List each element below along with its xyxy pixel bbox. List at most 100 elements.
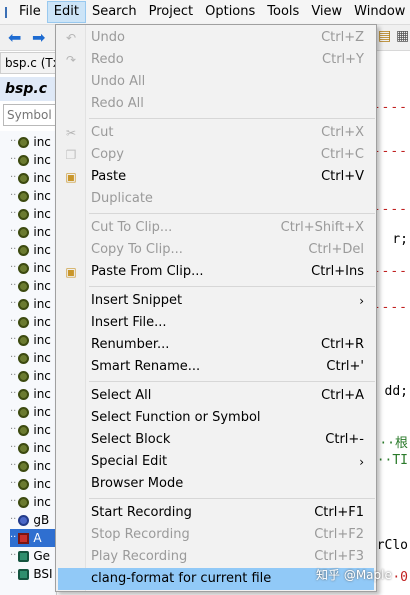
symbol-row[interactable]: ·· inc xyxy=(10,187,51,205)
symbol-row[interactable]: ·· inc xyxy=(10,493,51,511)
symbol-row[interactable]: ·· inc xyxy=(10,385,51,403)
include-icon xyxy=(18,478,30,490)
menu-item-paste-from-clip[interactable]: ▣ Paste From Clip... Ctrl+Ins xyxy=(58,261,374,283)
symbol-row[interactable]: ·· inc xyxy=(10,349,51,367)
clipboard-icon: ▣ xyxy=(65,265,77,279)
menu-item-insert-file[interactable]: Insert File... xyxy=(58,312,374,334)
clipboard-icon: ▣ xyxy=(65,170,77,184)
symbol-row[interactable]: ·· inc xyxy=(10,241,51,259)
menu-item-copy[interactable]: ❐ Copy Ctrl+C xyxy=(58,144,374,166)
include-icon xyxy=(18,262,30,274)
include-icon xyxy=(18,154,30,166)
menu-bar: File Edit Search Project Options Tools V… xyxy=(0,0,410,25)
symbol-row[interactable]: ·· gB xyxy=(10,511,49,529)
panel-title: bsp.c xyxy=(0,77,56,101)
include-icon xyxy=(18,442,30,454)
symbol-row[interactable]: ·· inc xyxy=(10,169,51,187)
undo-icon: ↶ xyxy=(65,31,77,45)
function-icon xyxy=(18,568,30,580)
symbol-row[interactable]: ·· inc xyxy=(10,277,51,295)
symbol-row[interactable]: ·· Ge xyxy=(10,547,50,565)
menu-item-stop-recording[interactable]: Stop Recording Ctrl+F2 xyxy=(58,524,374,546)
global-variable-icon xyxy=(18,514,30,526)
menu-item-select-all[interactable]: Select All Ctrl+A xyxy=(58,385,374,407)
menu-item-redo-all[interactable]: Redo All xyxy=(58,93,374,115)
menu-item-duplicate[interactable]: Duplicate xyxy=(58,188,374,210)
include-icon xyxy=(18,280,30,292)
comment-divider: ---- xyxy=(376,202,408,217)
menu-project[interactable]: Project xyxy=(143,1,199,23)
symbol-row-selected[interactable]: ·· A xyxy=(10,529,56,547)
menu-separator xyxy=(89,213,375,214)
menu-file[interactable]: File xyxy=(13,1,47,23)
menu-item-cut-to-clip[interactable]: Cut To Clip... Ctrl+Shift+X xyxy=(58,217,374,239)
symbol-row[interactable]: ·· inc xyxy=(10,457,51,475)
symbol-row[interactable]: ·· inc xyxy=(10,421,51,439)
menu-item-paste[interactable]: ▣ Paste Ctrl+V xyxy=(58,166,374,188)
include-icon xyxy=(18,388,30,400)
symbol-row[interactable]: ·· inc xyxy=(10,367,51,385)
menu-item-select-block[interactable]: Select Block Ctrl+- xyxy=(58,429,374,451)
symbol-row[interactable]: ·· inc xyxy=(10,205,51,223)
comment-divider: ---- xyxy=(376,264,408,279)
include-icon xyxy=(18,316,30,328)
include-icon xyxy=(18,226,30,238)
symbol-row[interactable]: ·· inc xyxy=(10,313,51,331)
include-icon xyxy=(18,406,30,418)
submenu-arrow-icon: › xyxy=(359,455,364,469)
symbol-row[interactable]: ·· inc xyxy=(10,475,51,493)
menu-separator xyxy=(89,381,375,382)
menu-item-start-recording[interactable]: Start Recording Ctrl+F1 xyxy=(58,502,374,524)
code-fragment: ··TI xyxy=(376,453,408,468)
code-fragment: dd; xyxy=(384,384,408,399)
menu-item-copy-to-clip[interactable]: Copy To Clip... Ctrl+Del xyxy=(58,239,374,261)
back-arrow-icon[interactable]: ⬅ xyxy=(8,28,21,47)
submenu-arrow-icon: › xyxy=(359,294,364,308)
symbol-search-input[interactable] xyxy=(3,104,56,126)
symbol-row[interactable]: ·· inc xyxy=(10,259,51,277)
menu-item-cut[interactable]: ✂ Cut Ctrl+X xyxy=(58,122,374,144)
menu-tools[interactable]: Tools xyxy=(261,1,305,23)
menu-view[interactable]: View xyxy=(305,1,348,23)
menu-options[interactable]: Options xyxy=(199,1,261,23)
menu-item-undo-all[interactable]: Undo All xyxy=(58,71,374,93)
macro-icon xyxy=(18,532,30,544)
include-icon xyxy=(18,208,30,220)
code-fragment: ·0 xyxy=(392,570,408,585)
symbol-row[interactable]: ·· inc xyxy=(10,439,51,457)
menu-item-select-function[interactable]: Select Function or Symbol xyxy=(58,407,374,429)
symbol-row[interactable]: ·· BSI xyxy=(10,565,53,583)
menu-item-smart-rename[interactable]: Smart Rename... Ctrl+' xyxy=(58,356,374,378)
code-fragment: rClo xyxy=(376,538,408,553)
scissors-icon: ✂ xyxy=(65,126,77,140)
forward-arrow-icon[interactable]: ➡ xyxy=(32,28,45,47)
menu-edit[interactable]: Edit xyxy=(46,1,86,23)
menu-search[interactable]: Search xyxy=(86,1,143,23)
app-icon[interactable] xyxy=(5,6,7,18)
symbol-row[interactable]: ·· inc xyxy=(10,223,51,241)
code-editor[interactable]: ---- ---- ---- r; ---- ---- dd; ··根 ··TI… xyxy=(376,52,410,595)
menu-item-renumber[interactable]: Renumber... Ctrl+R xyxy=(58,334,374,356)
symbol-row[interactable]: ·· inc xyxy=(10,295,51,313)
toolbar-tool-icon[interactable]: ▤ xyxy=(378,28,391,44)
include-icon xyxy=(18,424,30,436)
code-fragment: ··根 xyxy=(379,436,408,451)
menu-window[interactable]: Window xyxy=(348,1,410,23)
symbol-row[interactable]: ·· inc xyxy=(10,403,51,421)
menu-separator xyxy=(89,286,375,287)
menu-item-browser-mode[interactable]: Browser Mode xyxy=(58,473,374,495)
menu-item-redo[interactable]: ↷ Redo Ctrl+Y xyxy=(58,49,374,71)
symbol-row[interactable]: ·· inc xyxy=(10,151,51,169)
include-icon xyxy=(18,370,30,382)
menu-item-play-recording[interactable]: Play Recording Ctrl+F3 xyxy=(58,546,374,568)
comment-divider: ---- xyxy=(376,144,408,159)
comment-divider: ---- xyxy=(376,100,408,115)
toolbar-tool-icon-2[interactable]: ▦ xyxy=(396,28,409,44)
file-tab[interactable]: bsp.c (Tx xyxy=(0,52,60,74)
symbol-row[interactable]: ·· inc xyxy=(10,133,51,151)
menu-item-special-edit[interactable]: Special Edit › xyxy=(58,451,374,473)
include-icon xyxy=(18,460,30,472)
menu-item-undo[interactable]: ↶ Undo Ctrl+Z xyxy=(58,27,374,49)
menu-item-insert-snippet[interactable]: Insert Snippet › xyxy=(58,290,374,312)
symbol-row[interactable]: ·· inc xyxy=(10,331,51,349)
